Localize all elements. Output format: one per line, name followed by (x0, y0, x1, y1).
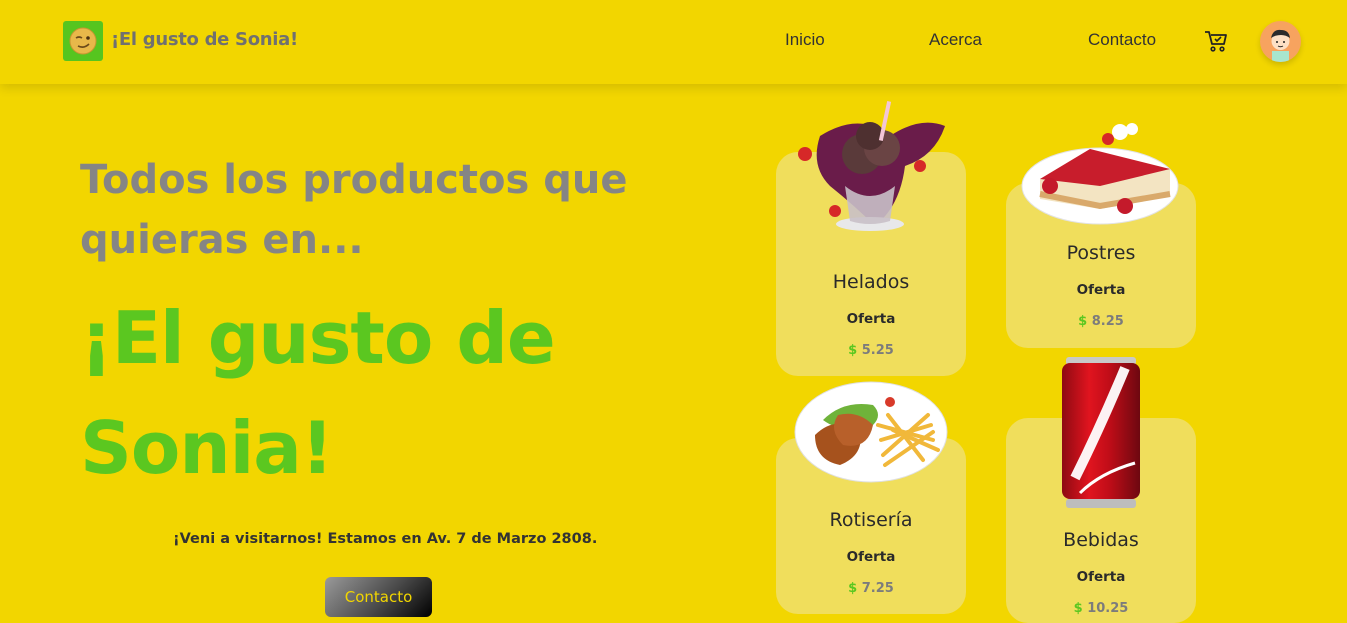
user-avatar-icon (1271, 29, 1290, 62)
card-tag: Oferta (846, 549, 896, 565)
logo[interactable] (63, 21, 103, 61)
contact-button[interactable]: Contacto (325, 577, 432, 617)
nav-acerca[interactable]: Acerca (929, 30, 982, 50)
card-price: $ 10.25 (1073, 601, 1129, 616)
card-tag: Oferta (1076, 282, 1126, 298)
card-tag: Oferta (846, 311, 896, 327)
cart-icon[interactable] (1203, 28, 1229, 54)
card-price: $ 5.25 (848, 343, 894, 358)
hero-subtitle: Todos los productos que quieras en... (80, 157, 628, 263)
chicken-fries-plate-icon (794, 381, 948, 483)
card-price: $ 7.25 (848, 581, 894, 596)
card-title: Helados (832, 271, 910, 293)
card-title: Rotisería (829, 509, 913, 531)
card-title: Bebidas (1063, 529, 1139, 551)
card-tag: Oferta (1076, 569, 1126, 585)
cheesecake-icon (1021, 123, 1179, 225)
card-price: $ 8.25 (1078, 314, 1124, 329)
brand-name[interactable]: ¡El gusto de Sonia! (111, 29, 298, 50)
ice-cream-icon (798, 101, 945, 231)
smirk-emoji-icon (69, 27, 97, 55)
address-text: ¡Veni a visitarnos! Estamos en Av. 7 de … (173, 531, 598, 547)
soda-can-icon (1062, 357, 1140, 508)
card-title: Postres (1066, 242, 1136, 264)
top-navbar: ¡El gusto de Sonia! Inicio Acerca Contac… (0, 0, 1347, 84)
user-avatar[interactable] (1260, 21, 1301, 62)
hero-title: ¡El gusto de Sonia! (80, 296, 556, 490)
nav-contacto[interactable]: Contacto (1088, 30, 1156, 50)
nav-inicio[interactable]: Inicio (785, 30, 825, 50)
